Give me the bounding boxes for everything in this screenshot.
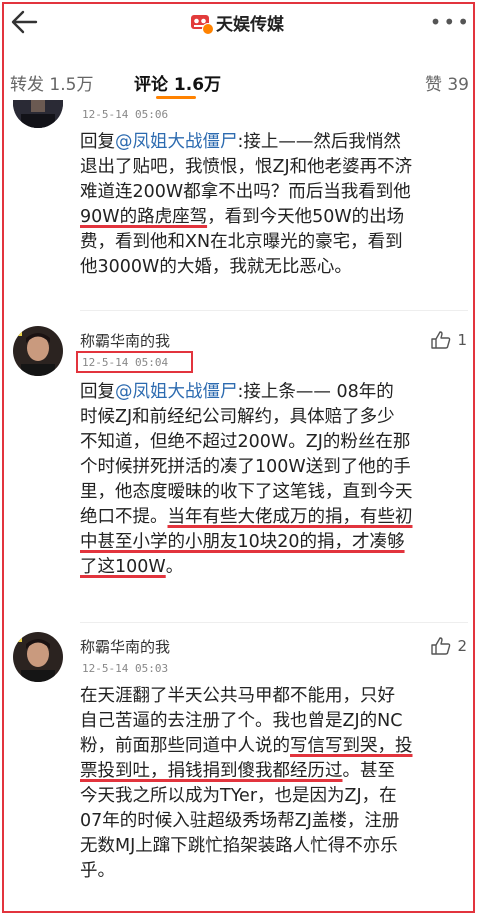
mention-link[interactable]: @凤姐大战僵尸 [115, 382, 238, 402]
like-count: 1 [457, 331, 467, 349]
like-button[interactable]: 2 [431, 637, 467, 655]
avatar[interactable] [13, 326, 63, 376]
back-arrow-icon[interactable] [8, 6, 40, 38]
comment-body: 在天涯翻了半天公共马甲都不能用，只好 自己苦逼的去注册了个。我也曾是ZJ的NC … [80, 686, 413, 881]
comment-username[interactable]: 称霸华南的我 [80, 330, 170, 351]
active-tab-indicator [156, 96, 196, 99]
like-count: 2 [457, 637, 467, 655]
avatar[interactable] [13, 632, 63, 682]
mention-link[interactable]: @凤姐大战僵尸 [115, 132, 238, 152]
highlighted-text: 票投到吐，捐钱捐到傻我都经历过 [80, 761, 343, 781]
more-dots-icon[interactable]: ••• [430, 10, 471, 34]
highlighted-text: 90W的路虎座驾 [80, 207, 208, 227]
thumbs-up-icon [431, 331, 451, 349]
divider [80, 310, 468, 311]
brand-logo-icon [190, 12, 214, 35]
verified-badge-icon [202, 23, 214, 35]
account-title[interactable]: 天娱传媒 [190, 8, 284, 36]
top-bar: 天娱传媒 ••• [0, 0, 481, 44]
tab-bar: 转发 1.5万 评论 1.6万 赞 39 [0, 64, 481, 104]
thumbs-up-icon [431, 637, 451, 655]
comment-time: 12-5-14 05:03 [82, 662, 169, 675]
comment-time: 12-5-14 05:04 [82, 356, 169, 369]
highlighted-text: 中甚至小学的小朋友10块20的捐，才凑够 [80, 532, 405, 552]
tab-repost[interactable]: 转发 1.5万 [10, 70, 93, 95]
divider [80, 622, 468, 623]
highlighted-text: 当年有些大佬成万的捐，有些初 [167, 507, 413, 527]
page-title: 天娱传媒 [216, 14, 284, 35]
like-button[interactable]: 1 [431, 331, 467, 349]
comment-body: 回复@凤姐大战僵尸:接上——然后我悄然 退出了贴吧，我愤恨，恨ZJ和他老婆再不济… [80, 132, 413, 277]
highlighted-text: 了这100W [80, 557, 166, 577]
comment-body: 回复@凤姐大战僵尸:接上条—— 08年的 时候ZJ和前经纪公司解约，具体赔了多少… [80, 380, 465, 580]
comment-username[interactable]: 称霸华南的我 [80, 636, 170, 657]
comment-time: 12-5-14 05:06 [82, 108, 169, 121]
highlighted-text: 写信写到哭，投 [290, 736, 413, 756]
tab-like[interactable]: 赞 39 [425, 70, 469, 95]
